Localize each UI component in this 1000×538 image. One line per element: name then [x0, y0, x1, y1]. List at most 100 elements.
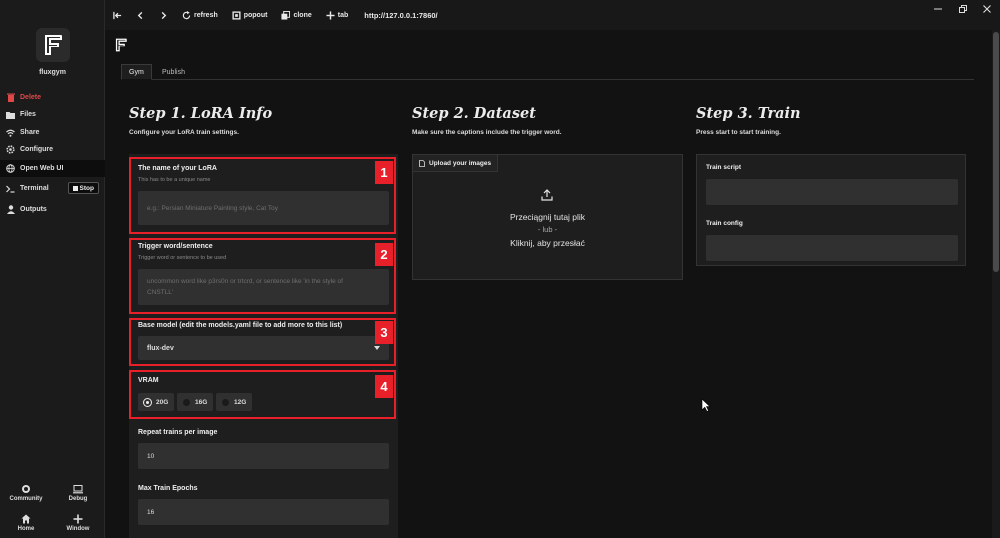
sidebar-item-label: Outputs: [20, 206, 47, 213]
chevron-right-icon: [161, 11, 167, 19]
highlight-box-1: [129, 157, 396, 234]
stop-button[interactable]: Stop: [67, 182, 99, 194]
sidebar-item-delete[interactable]: Delete: [0, 89, 105, 106]
sidebar-item-configure[interactable]: Configure: [0, 141, 105, 158]
upload-images-tab[interactable]: Upload your images: [413, 155, 499, 172]
window-label: Window: [66, 526, 90, 532]
sidebar-item-label: Configure: [20, 146, 54, 153]
popout-icon: [232, 10, 241, 20]
sidebar-item-label: Open Web UI: [20, 165, 64, 172]
wifi-icon: [6, 128, 15, 137]
step3-title: Step 3. Train: [696, 105, 801, 122]
main-content: Gym Publish Step 1. LoRA Info Configure …: [105, 30, 992, 538]
monitor-icon: [73, 485, 83, 494]
close-button[interactable]: [982, 4, 992, 14]
debug-button[interactable]: Debug: [58, 484, 98, 502]
chevron-left-icon: [137, 11, 143, 19]
trash-icon: [6, 93, 15, 102]
sidebar-item-terminal[interactable]: Terminal Stop: [0, 180, 105, 197]
refresh-icon: [182, 10, 191, 19]
exit-button[interactable]: [109, 5, 126, 25]
sidebar-item-label: Share: [20, 129, 40, 136]
popout-button[interactable]: popout: [228, 5, 272, 25]
step2-title: Step 2. Dataset: [412, 105, 536, 122]
browser-toolbar: refresh popout clone tab http://127.0.0.…: [105, 0, 1000, 30]
scrollbar-thumb[interactable]: [993, 32, 999, 272]
train-panel: Train script Train config: [696, 154, 966, 266]
close-icon: [983, 5, 991, 13]
train-script-box[interactable]: [706, 179, 958, 205]
back-button[interactable]: [132, 5, 149, 25]
sidebar-item-label: Files: [20, 111, 36, 118]
annotation-badge-1: 1: [375, 161, 393, 184]
restore-icon: [959, 5, 967, 13]
drop-text-click: Kliknij, aby przesłać: [510, 238, 585, 248]
popout-label: popout: [243, 11, 268, 19]
sidebar-item-open-web-ui[interactable]: Open Web UI: [0, 160, 105, 177]
clone-icon: [281, 10, 291, 20]
sidebar-item-share[interactable]: Share: [0, 124, 105, 141]
home-icon: [21, 514, 31, 524]
globe-icon: [6, 164, 15, 173]
sidebar-item-outputs[interactable]: Outputs: [0, 201, 105, 218]
fluxgym-logo: [36, 28, 70, 62]
url-display[interactable]: http://127.0.0.1:7860/: [364, 11, 437, 20]
train-config-box[interactable]: [706, 235, 958, 261]
epochs-input[interactable]: 16: [138, 499, 389, 525]
step1-title: Step 1. LoRA Info: [129, 105, 273, 122]
file-icon: [419, 159, 425, 167]
tab-label: tab: [337, 11, 349, 19]
debug-label: Debug: [68, 496, 88, 502]
sidebar-item-label: Delete: [20, 94, 42, 101]
clone-button[interactable]: clone: [277, 5, 315, 25]
stop-icon: [72, 185, 78, 191]
tab-gym[interactable]: Gym: [121, 64, 152, 80]
minimize-icon: [934, 8, 942, 10]
step2-subtitle: Make sure the captions include the trigg…: [412, 129, 562, 136]
exit-icon: [113, 11, 122, 19]
community-icon: [22, 485, 30, 493]
train-script-label: Train script: [706, 164, 742, 171]
annotation-badge-2: 2: [375, 243, 393, 266]
drop-text-main: Przeciągnij tutaj plik: [509, 212, 586, 222]
window-button[interactable]: Window: [58, 514, 98, 532]
maximize-button[interactable]: [958, 4, 968, 14]
terminal-icon: [6, 184, 15, 193]
page-scrollbar[interactable]: [992, 30, 1000, 538]
app-name: fluxgym: [39, 69, 66, 76]
repeat-input[interactable]: 10: [138, 443, 389, 469]
home-button[interactable]: Home: [6, 514, 46, 532]
plus-icon: [73, 514, 83, 524]
home-label: Home: [17, 526, 35, 532]
train-config-label: Train config: [706, 220, 743, 227]
folder-icon: [6, 110, 15, 119]
mouse-cursor-icon: [701, 398, 711, 412]
community-label: Community: [9, 496, 43, 502]
upload-tab-label: Upload your images: [429, 159, 492, 167]
stop-label: Stop: [79, 184, 94, 192]
drop-text-or: - lub -: [537, 225, 558, 234]
sidebar-item-files[interactable]: Files: [0, 106, 105, 123]
highlight-box-4: [129, 370, 396, 419]
app-sidebar: fluxgym Delete Files Share Configure Ope…: [0, 0, 105, 538]
step3-subtitle: Press start to start training.: [696, 129, 781, 136]
plus-icon: [326, 10, 335, 20]
new-tab-button[interactable]: tab: [322, 5, 353, 25]
sidebar-item-label: Terminal: [20, 185, 49, 192]
step1-subtitle: Configure your LoRA train settings.: [129, 129, 239, 136]
user-icon: [6, 205, 15, 214]
community-button[interactable]: Community: [6, 484, 46, 502]
epochs-label: Max Train Epochs: [138, 485, 198, 492]
image-drop-zone[interactable]: Przeciągnij tutaj plik - lub - Kliknij, …: [413, 172, 682, 279]
tab-publish[interactable]: Publish: [155, 64, 192, 80]
refresh-button[interactable]: refresh: [178, 5, 222, 25]
dataset-upload-panel: Upload your images Przeciągnij tutaj pli…: [412, 154, 683, 280]
gear-icon: [6, 145, 15, 154]
upload-icon: [541, 189, 553, 201]
flux-logo-icon: [45, 35, 62, 55]
forward-button[interactable]: [155, 5, 172, 25]
clone-label: clone: [293, 11, 312, 19]
highlight-box-2: [129, 238, 396, 314]
annotation-badge-3: 3: [375, 321, 393, 344]
minimize-button[interactable]: [933, 4, 943, 14]
